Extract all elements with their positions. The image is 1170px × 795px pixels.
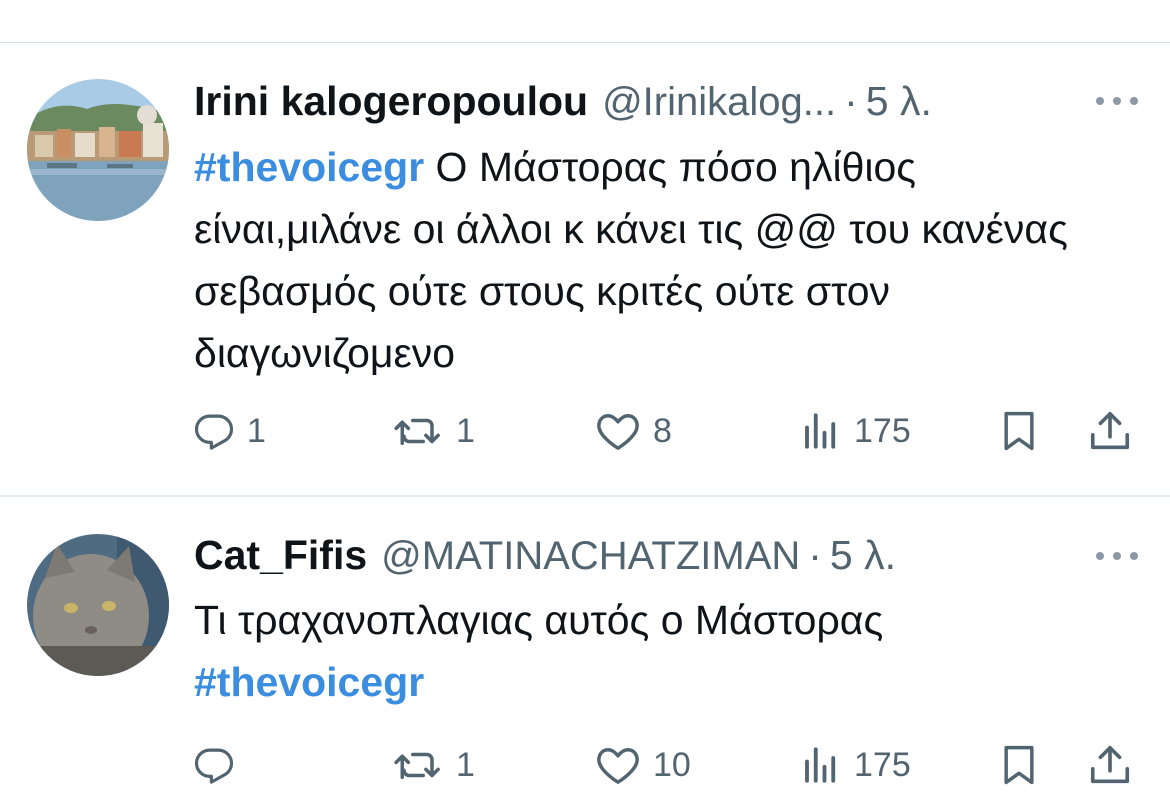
bookmark-button[interactable] <box>997 401 1041 461</box>
retweet-button[interactable]: 1 <box>392 735 475 795</box>
like-icon <box>597 414 639 450</box>
bookmark-button[interactable] <box>997 735 1041 795</box>
author-handle[interactable]: @Irinikalog... <box>602 74 836 130</box>
author-name[interactable]: Irini kalogeropoulou <box>194 73 588 129</box>
tweet[interactable]: Cat_Fifis @MATINACHATZIMAN · 5 λ. Τι τρα… <box>0 497 1170 785</box>
views-button[interactable]: 175 <box>800 735 911 795</box>
like-button[interactable]: 8 <box>595 401 672 461</box>
reply-icon <box>194 748 234 784</box>
reply-button[interactable] <box>193 735 247 795</box>
avatar[interactable] <box>27 79 169 221</box>
tweet-header: Cat_Fifis @MATINACHATZIMAN · 5 λ. <box>194 527 896 583</box>
avatar-image <box>27 534 169 676</box>
tweet-header: Irini kalogeropoulou @Irinikalog... · 5 … <box>194 73 932 129</box>
like-count: 8 <box>653 411 672 450</box>
avatar-image <box>27 79 169 221</box>
share-icon <box>1090 745 1130 784</box>
timestamp[interactable]: 5 λ. <box>830 527 896 583</box>
author-handle[interactable]: @MATINACHATZIMAN <box>381 528 800 584</box>
separator: · <box>808 532 822 578</box>
tweet-text-content: Τι τραχανοπλαγιας αυτός ο Μάστορας <box>194 597 884 643</box>
tweet-actions: 1 1 8 175 <box>0 401 1170 461</box>
retweet-icon <box>394 752 440 779</box>
bookmark-icon <box>1004 745 1034 785</box>
views-icon <box>805 747 836 783</box>
bookmark-icon <box>1004 411 1034 451</box>
retweet-button[interactable]: 1 <box>392 401 475 461</box>
more-icon[interactable] <box>1096 97 1138 105</box>
share-button[interactable] <box>1087 735 1133 795</box>
share-button[interactable] <box>1087 401 1133 461</box>
retweet-icon <box>394 418 440 445</box>
separator: · <box>844 78 858 124</box>
tweet-actions: 1 10 175 <box>0 735 1170 795</box>
avatar[interactable] <box>27 534 169 676</box>
views-icon <box>805 413 836 449</box>
share-icon <box>1090 411 1130 450</box>
views-count: 175 <box>854 411 911 450</box>
author-name[interactable]: Cat_Fifis <box>194 527 367 583</box>
tweet[interactable]: Irini kalogeropoulou @Irinikalog... · 5 … <box>0 43 1170 495</box>
hashtag-link[interactable]: #thevoicegr <box>194 651 1134 713</box>
tweet-text: Τι τραχανοπλαγιας αυτός ο Μάστορας #thev… <box>194 589 1134 713</box>
more-icon[interactable] <box>1096 552 1138 560</box>
like-icon <box>597 748 639 784</box>
like-button[interactable]: 10 <box>595 735 691 795</box>
reply-icon <box>194 414 234 450</box>
reply-button[interactable]: 1 <box>193 401 266 461</box>
hashtag-link[interactable]: #thevoicegr <box>194 144 424 190</box>
retweet-count: 1 <box>456 411 475 450</box>
reply-count: 1 <box>247 411 266 450</box>
views-button[interactable]: 175 <box>800 401 911 461</box>
tweet-text: #thevoicegr Ο Μάστορας πόσο ηλίθιος είνα… <box>194 136 1134 384</box>
timestamp[interactable]: 5 λ. <box>866 73 932 129</box>
